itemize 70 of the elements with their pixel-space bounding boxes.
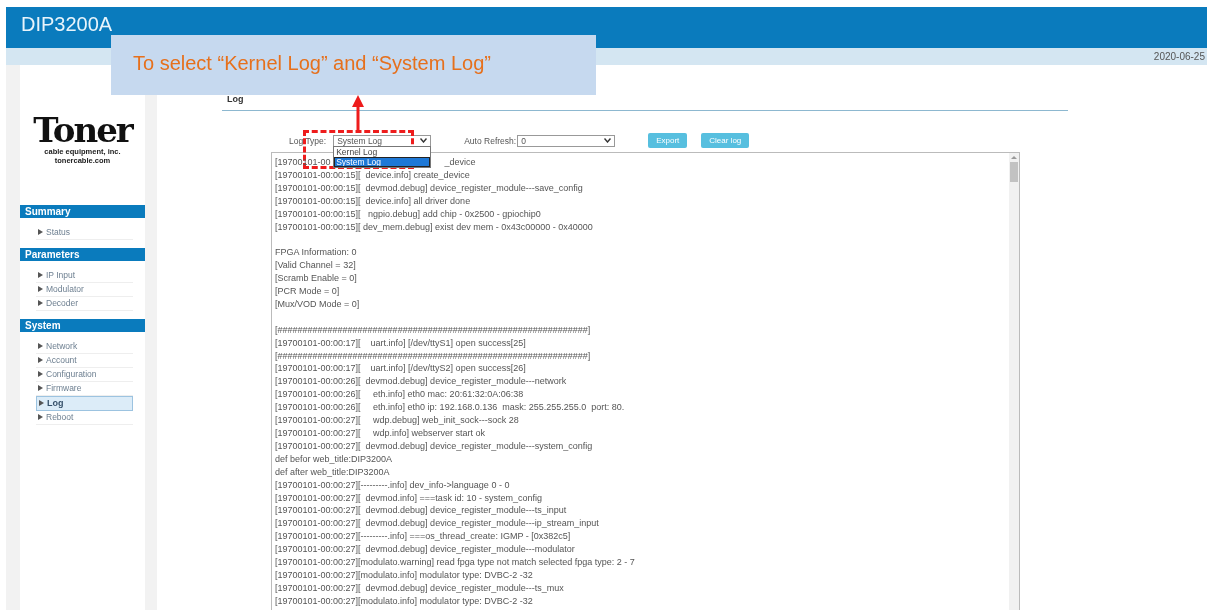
log-line: def befor web_title:DIP3200A bbox=[275, 452, 394, 466]
log-line: [19700101-00:00:27][modulato.info] modulator type: DVBC-2 -32 bbox=[275, 568, 534, 582]
triangle-icon bbox=[38, 286, 43, 292]
log-line: [19700101-00:00:17][ uart.info] [/dev/ttyS1] open success[25] bbox=[275, 336, 527, 350]
triangle-icon bbox=[38, 414, 43, 420]
nav-item[interactable]: Account bbox=[36, 354, 133, 368]
log-line: [19700101-00:00:27][ wdp.debug] web_init_sock---sock 28 bbox=[275, 414, 520, 427]
log-line: [19700101-00:00:17][ uart.info] [/dev/ttyS2] open success[26] bbox=[275, 362, 527, 376]
log-line: [19700101-00:00:27][modulato.warning] read fpga type not match selected fpga type: 2 - 7 bbox=[275, 556, 635, 569]
triangle-icon bbox=[38, 300, 43, 306]
nav-item[interactable]: Reboot bbox=[36, 411, 133, 425]
triangle-icon bbox=[38, 371, 43, 377]
log-line: [19700101-00:00:27][ devmod.debug] device_register_module---ts_input bbox=[275, 504, 568, 518]
log-line: [##############################################################] bbox=[275, 349, 592, 363]
log-line: [19700101-00:00:27][ devmod.debug] device_register_module---system_config bbox=[275, 439, 594, 453]
log-line: [19700101-00:00:15][ dev_mem.debug] exist dev mem - 0x43c00000 - 0x40000 bbox=[275, 220, 594, 234]
section-header: Summary bbox=[20, 205, 145, 218]
log-line: _device bbox=[444, 156, 476, 169]
app-title: DIP3200A bbox=[21, 13, 113, 36]
log-line: [19700101-00:00:27][ wdp.info] webserver start ok bbox=[275, 427, 487, 440]
log-line: def after web_title:DIP3200A bbox=[275, 465, 391, 479]
scrollbar[interactable] bbox=[1009, 153, 1019, 610]
log-line: [19700101-00:00:26][ eth.info] eth0 mac: 20:61:32:0A:06:38 bbox=[275, 388, 525, 402]
chevron-down-icon bbox=[604, 138, 612, 143]
logo-wordmark: Toner bbox=[33, 113, 132, 147]
log-line: [19700101-00:00:27][ devmod.debug] device_register_module---ts_mux bbox=[275, 581, 565, 595]
log-line: [##############################################################] bbox=[275, 323, 592, 337]
section-header: System bbox=[20, 319, 145, 332]
log-line: [19700101-00:00:26][ devmod.debug] device_register_module---network bbox=[275, 375, 568, 389]
nav-item[interactable]: Decoder bbox=[36, 297, 133, 311]
log-line: [Valid Channel = 32] bbox=[275, 259, 357, 273]
nav-item[interactable]: IP Input bbox=[36, 269, 133, 283]
annotation-callout: To select “Kernel Log” and “System Log” bbox=[111, 35, 596, 95]
nav-item[interactable]: Configuration bbox=[36, 368, 133, 382]
scroll-up-icon[interactable] bbox=[1011, 156, 1017, 159]
log-line: [19700101-00:00:27][---------.info] dev_info->language 0 - 0 bbox=[275, 478, 511, 492]
triangle-icon bbox=[38, 272, 43, 278]
triangle-icon bbox=[38, 385, 43, 391]
nav-item[interactable]: Modulator bbox=[36, 283, 133, 297]
triangle-icon bbox=[38, 229, 43, 235]
scroll-thumb[interactable] bbox=[1010, 162, 1018, 182]
date-text: 2020-06-25 bbox=[1153, 51, 1205, 62]
log-line: [19700101-00 bbox=[275, 156, 331, 169]
log-line: [19700101-00:00:15][ ngpio.debug] add chip - 0x2500 - gpiochip0 bbox=[275, 207, 542, 221]
pointer-arrow bbox=[352, 95, 364, 130]
log-line: [19700101-00:00:27][ devmod.debug] device_register_module---ip_stream_input bbox=[275, 517, 600, 531]
log-line: FPGA Information: 0 bbox=[275, 246, 358, 260]
log-line: [PCR Mode = 0] bbox=[275, 285, 341, 298]
triangle-icon bbox=[38, 357, 43, 363]
log-line: [Scramb Enable = 0] bbox=[275, 272, 358, 286]
dropdown-option[interactable]: Kernel Log bbox=[334, 146, 431, 157]
log-line: [19700101-00:00:15][ devmod.debug] device_register_module---save_config bbox=[275, 181, 584, 195]
log-line: [19700101-00:00:27][---------.info] ===os_thread_create: IGMP - [0x382c5] bbox=[275, 530, 572, 544]
nav-item[interactable]: Network bbox=[36, 340, 133, 354]
log-line: [19700101-00:00:15][ device.info] all driver done bbox=[275, 194, 472, 208]
log-line: [19700101-00:00:27][ devmod.debug] device_register_module---modulator bbox=[275, 543, 576, 557]
log-line: [19700101-00:00:27][ devmod.info] ===task id: 10 - system_config bbox=[275, 491, 543, 505]
auto-refresh-select[interactable]: 0 bbox=[517, 134, 616, 147]
triangle-icon bbox=[39, 400, 44, 406]
log-line: [19700101-00:00:15][ device.info] create_device bbox=[275, 168, 471, 182]
section-header: Parameters bbox=[20, 248, 145, 261]
log-type-select[interactable]: System Log bbox=[333, 134, 432, 147]
chevron-down-icon bbox=[420, 138, 428, 143]
triangle-icon bbox=[38, 343, 43, 349]
nav-item[interactable]: Status bbox=[36, 226, 133, 240]
log-line: [19700101-00:00:27][modulato.info] modulator type: DVBC-2 -32 bbox=[275, 594, 534, 608]
log-line: [Mux/VOD Mode = 0] bbox=[275, 297, 361, 311]
auto-refresh-label: Auto Refresh: bbox=[464, 135, 517, 146]
nav-item[interactable]: Log bbox=[36, 396, 133, 411]
log-line: [19700101-00:00:26][ eth.info] eth0 ip: 192.168.0.136 mask: 255.255.255.0 port: 80. bbox=[275, 401, 626, 415]
